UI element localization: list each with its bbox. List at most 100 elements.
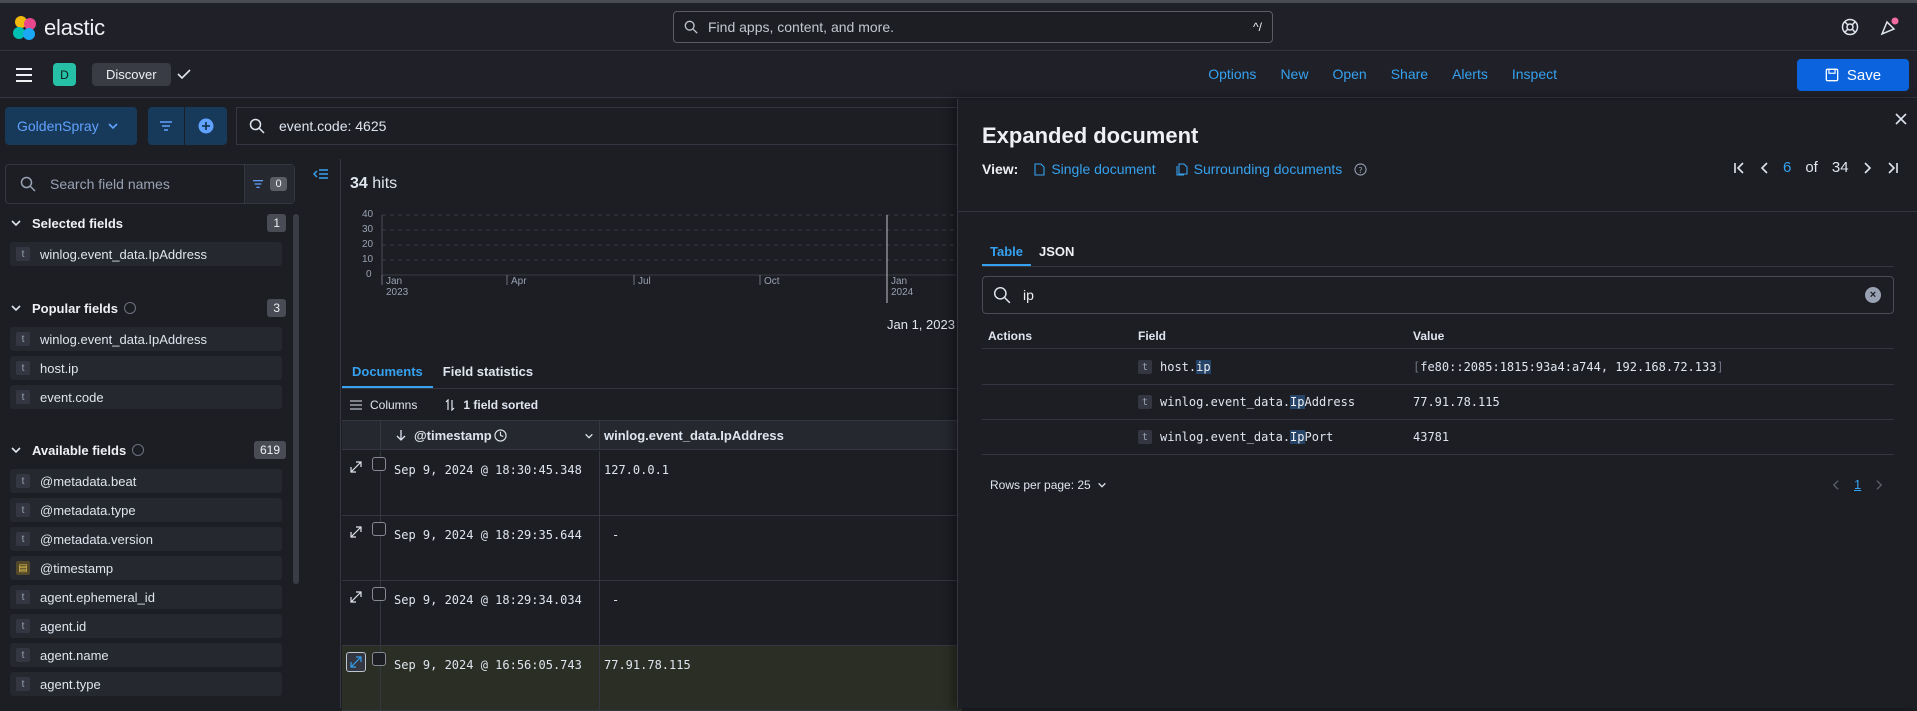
page-of: of: [1805, 159, 1818, 176]
hits-label: hits: [372, 175, 398, 192]
field-item[interactable]: t @metadata.version: [10, 527, 282, 551]
row-checkbox[interactable]: [372, 652, 386, 666]
expand-row-button[interactable]: [346, 457, 366, 477]
clear-icon[interactable]: ×: [1865, 287, 1881, 303]
expand-row-button[interactable]: [346, 522, 366, 542]
tab-json[interactable]: JSON: [1031, 239, 1082, 266]
next-page-icon[interactable]: [1875, 479, 1884, 491]
field-item[interactable]: t event.code: [10, 385, 282, 409]
field-item[interactable]: t winlog.event_data.IpAddress: [10, 327, 282, 351]
breadcrumb-discover[interactable]: Discover: [92, 63, 171, 86]
svg-text:?: ?: [1359, 164, 1363, 174]
save-icon: [1825, 68, 1839, 82]
options-link[interactable]: Options: [1208, 66, 1256, 82]
surrounding-documents-link[interactable]: Surrounding documents ?: [1176, 161, 1368, 177]
query-input[interactable]: event.code: 4625: [236, 107, 966, 145]
field-search-input[interactable]: Search field names 0: [5, 164, 295, 204]
close-icon[interactable]: [1893, 111, 1909, 127]
menu-icon[interactable]: [14, 66, 34, 84]
sort-button[interactable]: 1 field sorted: [463, 398, 538, 412]
elastic-logo[interactable]: elastic: [12, 15, 105, 41]
chevron-down-icon: [11, 220, 21, 227]
field-name-prefix: winlog.event_data.: [1160, 430, 1291, 444]
row-checkbox[interactable]: [372, 457, 386, 471]
string-type-icon: t: [1138, 360, 1152, 374]
open-link[interactable]: Open: [1332, 66, 1366, 82]
field-item[interactable]: t host.ip: [10, 356, 282, 380]
popular-fields-header[interactable]: Popular fields 3: [10, 297, 286, 319]
sidebar-divider[interactable]: [340, 159, 341, 708]
ip-cell: -: [612, 528, 620, 542]
page-number[interactable]: 1: [1854, 477, 1861, 492]
timestamp-cell: Sep 9, 2024 @ 18:30:45.348: [394, 463, 582, 477]
expand-row-button[interactable]: [346, 587, 366, 607]
info-icon[interactable]: [132, 444, 145, 456]
info-icon[interactable]: [123, 302, 136, 314]
string-type-icon: t: [16, 390, 30, 404]
page-current[interactable]: 6: [1783, 159, 1791, 176]
alerts-link[interactable]: Alerts: [1452, 66, 1488, 82]
available-fields-header[interactable]: Available fields 619: [10, 439, 286, 461]
timestamp-column-header[interactable]: @timestamp: [414, 428, 492, 443]
field-item[interactable]: t agent.type: [10, 672, 282, 696]
columns-button[interactable]: Columns: [370, 398, 417, 412]
chevron-down-icon: [11, 305, 21, 312]
tab-documents[interactable]: Documents: [342, 357, 433, 388]
prev-page-icon[interactable]: [1831, 479, 1840, 491]
rows-per-page-select[interactable]: Rows per page: 25: [990, 478, 1107, 492]
histogram-chart[interactable]: 40 30 20 10 0 Jan 2023 Apr Jul Oct Jan 2…: [342, 207, 962, 317]
prev-page-icon[interactable]: [1759, 161, 1769, 175]
new-link[interactable]: New: [1280, 66, 1308, 82]
plus-circle-icon: [198, 118, 214, 134]
first-page-icon[interactable]: [1733, 161, 1745, 175]
field-item[interactable]: ▤ @timestamp: [10, 556, 282, 580]
row-checkbox[interactable]: [372, 587, 386, 601]
last-page-icon[interactable]: [1887, 161, 1899, 175]
field-item[interactable]: t agent.name: [10, 643, 282, 667]
collapse-sidebar-icon[interactable]: [313, 166, 329, 182]
filter-menu-button[interactable]: [148, 107, 184, 145]
table-row[interactable]: Sep 9, 2024 @ 18:29:34.034 -: [342, 581, 962, 646]
table-pagination: 1: [1831, 477, 1884, 492]
doc-field-search-input[interactable]: ip ×: [982, 276, 1894, 314]
data-view-picker[interactable]: GoldenSpray: [5, 107, 137, 145]
sidebar-scrollbar[interactable]: [293, 214, 299, 584]
add-filter-button[interactable]: [185, 107, 227, 145]
save-button[interactable]: Save: [1797, 59, 1909, 91]
table-row[interactable]: Sep 9, 2024 @ 18:29:35.644 -: [342, 516, 962, 581]
share-link[interactable]: Share: [1391, 66, 1428, 82]
single-document-link[interactable]: Single document: [1034, 161, 1156, 177]
chevron-down-icon[interactable]: [584, 431, 594, 441]
global-search-input[interactable]: Find apps, content, and more. ^/: [673, 11, 1273, 43]
column-divider: [380, 421, 381, 449]
next-page-icon[interactable]: [1863, 161, 1873, 175]
field-item[interactable]: t @metadata.type: [10, 498, 282, 522]
field-name-prefix: host.: [1160, 360, 1197, 374]
ip-column-header[interactable]: winlog.event_data.IpAddress: [604, 428, 784, 443]
table-row[interactable]: Sep 9, 2024 @ 18:30:45.348 127.0.0.1: [342, 451, 962, 516]
save-label: Save: [1846, 66, 1882, 84]
field-item[interactable]: t winlog.event_data.IpAddress: [10, 242, 282, 266]
inspect-link[interactable]: Inspect: [1512, 66, 1557, 82]
view-selector: View: Single document Surrounding docume…: [982, 161, 1381, 177]
field-item[interactable]: t agent.ephemeral_id: [10, 585, 282, 609]
space-avatar[interactable]: D: [53, 63, 76, 86]
help-icon[interactable]: [1840, 17, 1860, 37]
field-type-filter-button[interactable]: 0: [244, 165, 294, 203]
tab-table[interactable]: Table: [982, 239, 1031, 266]
row-checkbox[interactable]: [372, 522, 386, 536]
doc-table-row[interactable]: t winlog.event_data.IpAddress 77.91.78.1…: [982, 385, 1894, 420]
tab-field-statistics[interactable]: Field statistics: [433, 357, 543, 388]
field-item[interactable]: t @metadata.beat: [10, 469, 282, 493]
doc-table-row[interactable]: t host.ip [fe80::2085:1815:93a4:a744, 19…: [982, 350, 1894, 385]
field-item[interactable]: t agent.id: [10, 614, 282, 638]
selected-fields-header[interactable]: Selected fields 1: [10, 212, 286, 234]
expand-row-button[interactable]: [346, 652, 366, 672]
doc-table-row[interactable]: t winlog.event_data.IpPort 43781: [982, 420, 1894, 455]
single-document-label: Single document: [1051, 161, 1156, 177]
field-name: agent.id: [40, 618, 87, 634]
question-icon[interactable]: ?: [1354, 162, 1367, 176]
table-row-selected[interactable]: Sep 9, 2024 @ 16:56:05.743 77.91.78.115: [342, 646, 962, 711]
page-total[interactable]: 34: [1832, 159, 1849, 176]
news-feed-icon[interactable]: [1879, 17, 1899, 37]
